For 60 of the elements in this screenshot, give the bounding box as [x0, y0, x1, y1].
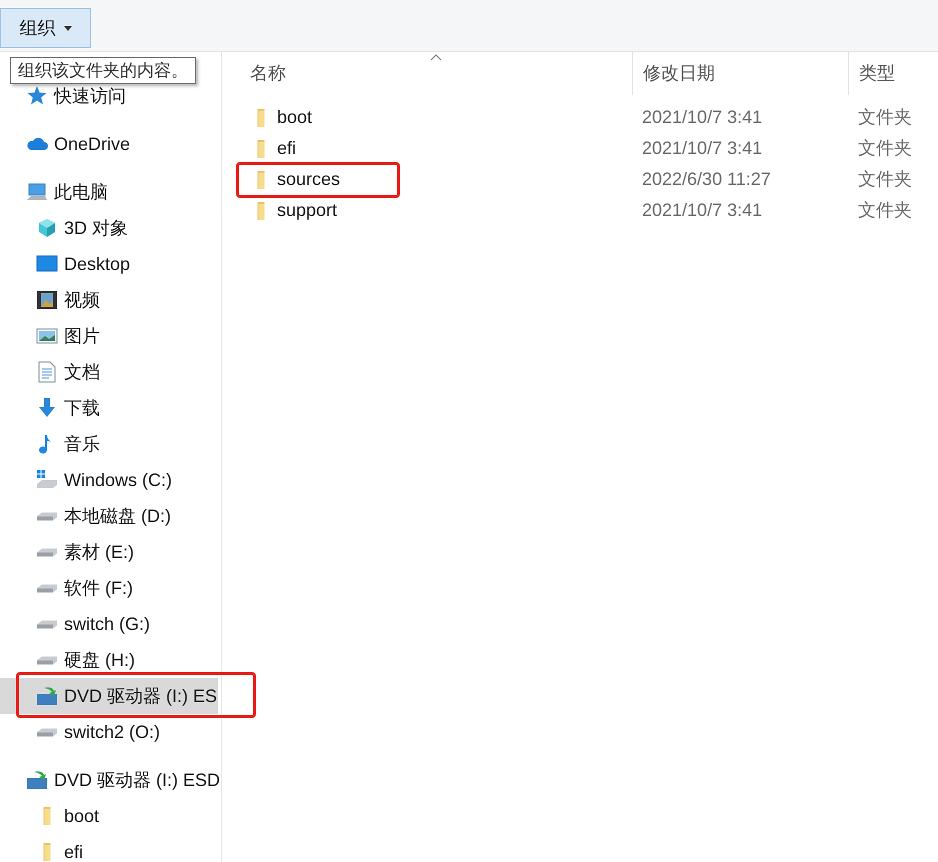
- modified-date: 2021/10/7 3:41: [641, 106, 764, 129]
- caret-icon: [64, 26, 72, 30]
- folder-icon: [257, 170, 265, 188]
- drive-icon: [36, 620, 58, 628]
- disc-drive-icon: [26, 769, 48, 791]
- drive-icon: [36, 656, 58, 664]
- nav-item[interactable]: Desktop: [0, 246, 221, 282]
- folder-icon: [257, 202, 265, 220]
- file-type: 文件夹: [857, 199, 913, 222]
- drive-icon: [36, 728, 58, 736]
- file-name[interactable]: support: [277, 197, 338, 224]
- folder-icon: [257, 108, 265, 126]
- nav-item[interactable]: DVD 驱动器 (I:) ES: [0, 678, 218, 714]
- drive-icon: [36, 512, 58, 520]
- nav-item[interactable]: 此电脑: [0, 174, 221, 210]
- cube-icon: [36, 217, 58, 239]
- folder-icon: [43, 807, 51, 825]
- nav-item[interactable]: OneDrive: [0, 126, 221, 162]
- nav-item[interactable]: 下载: [0, 390, 221, 426]
- modified-date: 2022/6/30 11:27: [641, 168, 772, 191]
- film-icon: [36, 289, 58, 311]
- drive-icon: [36, 584, 58, 592]
- nav-item[interactable]: 图片: [0, 318, 221, 354]
- disc-drive-icon: [36, 685, 58, 707]
- nav-item[interactable]: 音乐: [0, 426, 221, 462]
- file-name[interactable]: boot: [277, 104, 312, 131]
- organize-button[interactable]: 组织: [0, 8, 91, 48]
- nav-item[interactable]: boot: [0, 798, 221, 834]
- column-header[interactable]: 类型: [848, 52, 938, 95]
- modified-date: 2021/10/7 3:41: [641, 137, 764, 160]
- column-header[interactable]: 名称: [222, 52, 632, 95]
- file-name[interactable]: efi: [277, 135, 296, 162]
- document-icon: [36, 361, 58, 383]
- nav-item[interactable]: DVD 驱动器 (I:) ESD: [0, 762, 221, 798]
- file-type: 文件夹: [857, 137, 913, 160]
- nav-item[interactable]: 本地磁盘 (D:): [0, 498, 221, 534]
- download-arrow-icon: [36, 397, 58, 419]
- nav-item[interactable]: 文档: [0, 354, 221, 390]
- file-type: 文件夹: [857, 106, 913, 129]
- computer-icon: [26, 181, 48, 203]
- nav-item[interactable]: 素材 (E:): [0, 534, 221, 570]
- tooltip: 组织该文件夹的内容。: [10, 57, 196, 84]
- modified-date: 2021/10/7 3:41: [641, 199, 764, 222]
- nav-item[interactable]: 硬盘 (H:): [0, 642, 221, 678]
- nav-item[interactable]: 3D 对象: [0, 210, 221, 246]
- column-header[interactable]: 修改日期: [632, 52, 848, 95]
- nav-item[interactable]: switch2 (O:): [0, 714, 221, 750]
- nav-item[interactable]: efi: [0, 834, 221, 862]
- drive-icon: [36, 469, 58, 491]
- drive-icon: [36, 548, 58, 556]
- folder-icon: [257, 140, 265, 158]
- star-icon: [26, 85, 48, 107]
- folder-icon: [43, 843, 51, 861]
- file-name[interactable]: sources: [277, 166, 340, 193]
- nav-item[interactable]: switch (G:): [0, 606, 221, 642]
- sort-chevron-icon: [430, 54, 442, 61]
- file-type: 文件夹: [857, 168, 913, 191]
- nav-item[interactable]: Windows (C:): [0, 462, 221, 498]
- nav-item[interactable]: 视频: [0, 282, 221, 318]
- nav-item[interactable]: 软件 (F:): [0, 570, 221, 606]
